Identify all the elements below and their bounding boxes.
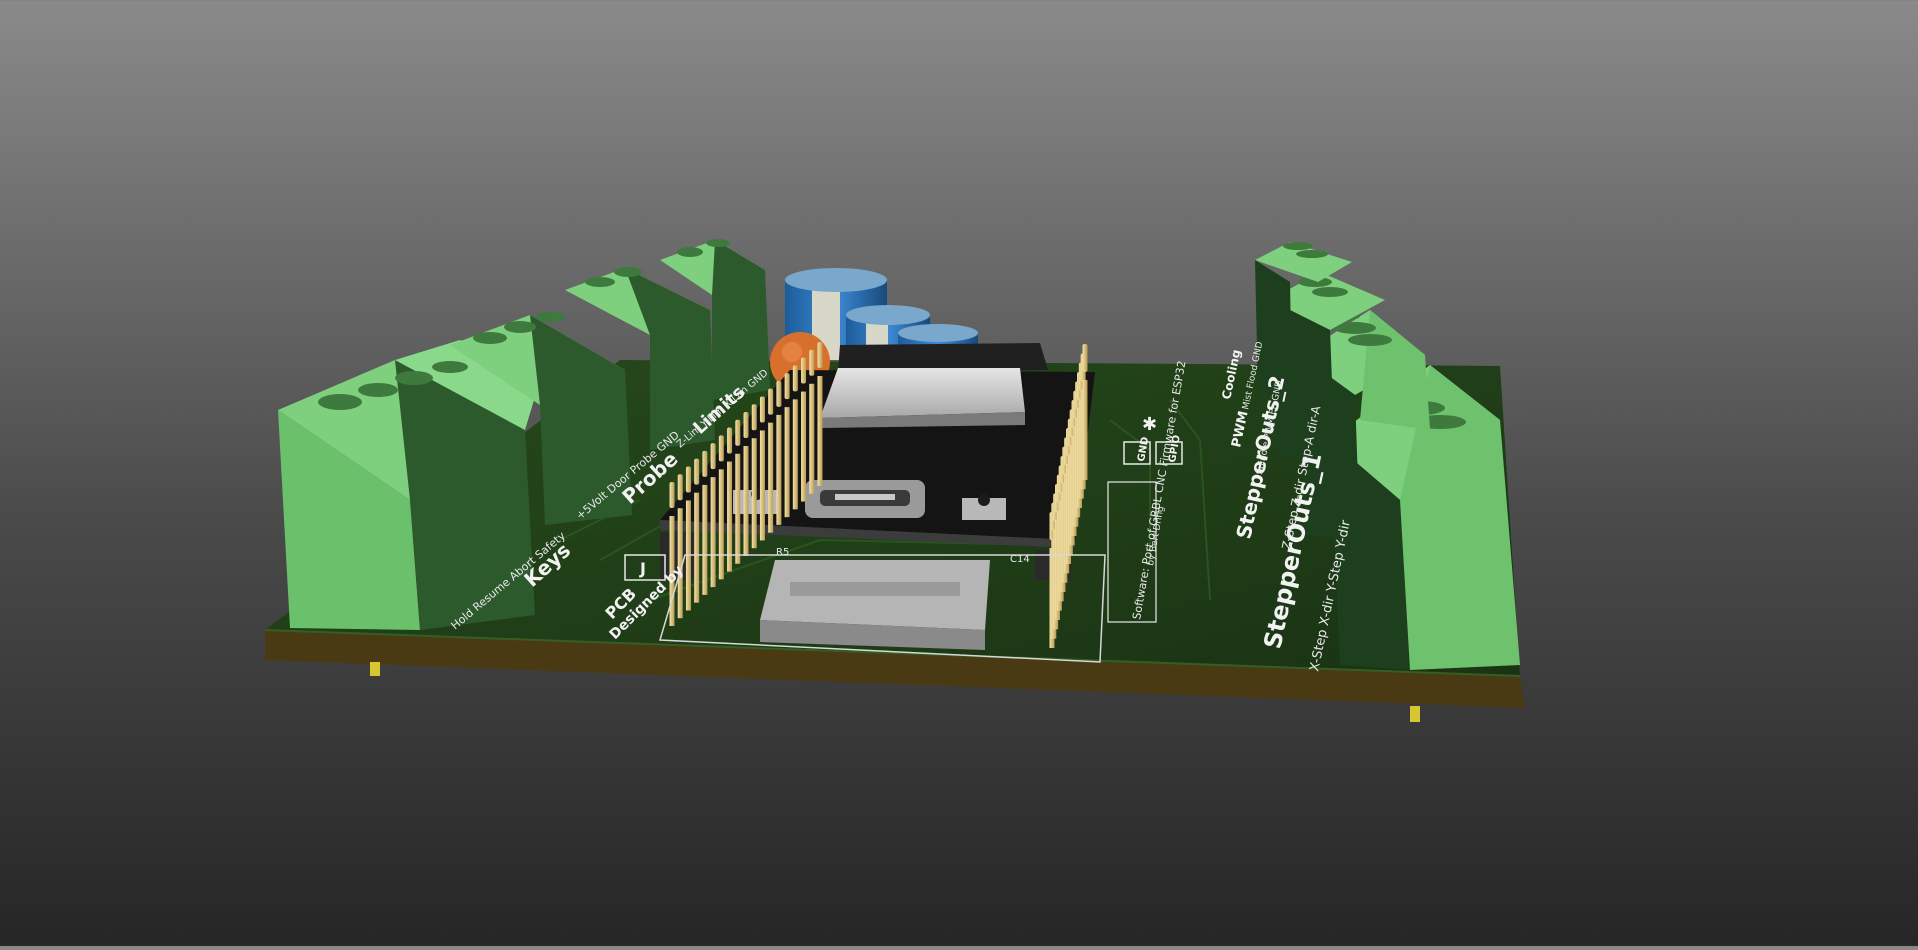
header-pin [792, 365, 798, 392]
header-pin [801, 357, 807, 384]
header-pin [677, 474, 683, 501]
header-pin [702, 484, 708, 595]
pcb-3d-render: Keys Hold Resume Abort Safety Probe +5Vo… [264, 239, 1525, 722]
header-pin [751, 404, 757, 431]
header-pin [759, 430, 765, 541]
header-pin [735, 453, 741, 564]
header-pin [743, 446, 749, 556]
mounting-peg-left [370, 662, 380, 676]
header-pin [809, 383, 815, 494]
header-pin [817, 376, 823, 486]
keyer-symbol: ✱ [1142, 414, 1157, 435]
header-pin [801, 391, 807, 502]
header-pin [718, 469, 724, 580]
ref-r5: R5 [776, 547, 789, 558]
header-pin [809, 349, 815, 376]
header-pin [735, 419, 741, 446]
header-pin [1082, 380, 1088, 480]
header-pin [768, 388, 774, 415]
header-pin [702, 450, 708, 477]
header-pin [694, 492, 700, 603]
3d-viewport[interactable]: Keys Hold Resume Abort Safety Probe +5Vo… [0, 0, 1918, 946]
header-pin [669, 482, 675, 508]
designer-logo-text: J [639, 559, 646, 578]
header-pin [792, 399, 798, 510]
esp32-rf-shield [820, 368, 1025, 418]
ref-c14: C14 [1010, 554, 1030, 565]
header-pin [710, 443, 716, 470]
header-pin [743, 412, 749, 438]
header-pin [784, 407, 790, 518]
sd-card-slot [760, 560, 990, 650]
header-pin [776, 380, 782, 407]
header-pin [751, 438, 757, 549]
header-pin [759, 396, 765, 423]
header-pin [727, 427, 733, 454]
header-pin [768, 422, 774, 533]
header-pin [718, 435, 724, 462]
mounting-peg-right [1410, 706, 1420, 722]
header-pin [784, 373, 790, 400]
header-pin [710, 477, 716, 588]
header-pin [685, 466, 691, 493]
micro-usb-port [805, 480, 925, 518]
header-pin [776, 414, 782, 525]
header-pin [694, 458, 700, 485]
header-pin [817, 342, 823, 368]
header-pin [1082, 344, 1088, 372]
